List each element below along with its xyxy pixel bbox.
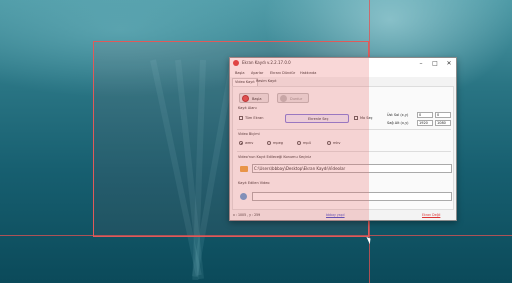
format-radio-wmv[interactable] bbox=[239, 141, 243, 145]
tab-image-record[interactable]: Resim Kayıt bbox=[254, 78, 279, 85]
format-radio-mp4[interactable] bbox=[297, 141, 301, 145]
mouse-checkbox[interactable] bbox=[354, 116, 358, 120]
format-label-wmv: wmv bbox=[245, 141, 254, 145]
x2-field[interactable]: 1920 bbox=[417, 120, 433, 126]
video-record-panel: Başla Durdur Kayıt Alanı Tüm Ekran Ekren… bbox=[232, 86, 454, 210]
recorded-video-label: Kayıt Edilen Video bbox=[238, 181, 270, 185]
folder-icon[interactable] bbox=[240, 166, 248, 172]
window-title: Ekran Kaydı v.2.2.17.0.0 bbox=[242, 60, 291, 65]
recorded-video-field[interactable] bbox=[252, 192, 452, 201]
full-screen-checkbox[interactable] bbox=[239, 116, 243, 120]
full-screen-label: Tüm Ekran bbox=[245, 116, 264, 120]
select-area-button[interactable]: Ekrenle Seç bbox=[285, 114, 349, 123]
tab-strip: Video Kayıt Resim Kayıt bbox=[230, 77, 456, 86]
menu-item-about[interactable]: Hakkında bbox=[300, 70, 316, 76]
menu-item-rotate-screen[interactable]: Ekranı Dündür bbox=[270, 70, 295, 76]
stop-button[interactable]: Durdur bbox=[277, 93, 309, 103]
record-area-label: Kayıt Alanı bbox=[238, 106, 257, 110]
format-label-mkv: mkv bbox=[333, 141, 341, 145]
minimize-button[interactable]: – bbox=[414, 58, 428, 69]
close-button[interactable]: ✕ bbox=[442, 58, 456, 69]
start-button-label: Başla bbox=[252, 97, 262, 101]
stop-button-label: Durdur bbox=[290, 97, 303, 101]
app-icon bbox=[233, 60, 239, 66]
y2-field[interactable]: 1080 bbox=[435, 120, 451, 126]
divider bbox=[237, 151, 451, 152]
start-point-label: Üst Sol (x,y) bbox=[387, 113, 409, 117]
format-radio-mkv[interactable] bbox=[327, 141, 331, 145]
save-location-label: Video'nun Kayıt Edileceği Konumu Seçiniz bbox=[238, 155, 312, 159]
select-area-label: Ekrenle Seç bbox=[308, 117, 329, 121]
video-format-label: Video Biçimi bbox=[238, 132, 260, 136]
format-label-mp4: mp4 bbox=[303, 141, 311, 145]
y1-field[interactable]: 0 bbox=[435, 112, 451, 118]
app-window: Ekran Kaydı v.2.2.17.0.0 – □ ✕ Başla Aya… bbox=[229, 57, 457, 221]
menu-bar: Başla Ayarlar Ekranı Dündür Hakkında bbox=[230, 69, 456, 77]
record-icon bbox=[242, 95, 249, 102]
menu-item-settings[interactable]: Ayarlar bbox=[251, 70, 263, 76]
cursor-coordinates: x : 1005 , y : 259 bbox=[233, 213, 261, 217]
maximize-button[interactable]: □ bbox=[428, 58, 442, 69]
size-label: Sağ Alt (x,y) bbox=[387, 121, 409, 125]
status-bar: x : 1005 , y : 259 bbbay yapıl Ekran Değ… bbox=[230, 210, 456, 220]
stop-icon bbox=[280, 95, 287, 102]
save-path-field[interactable]: C:\Users\bbbay\Desktop\Ekran Kaydı\Video… bbox=[252, 164, 452, 173]
menu-item-start[interactable]: Başla bbox=[235, 70, 245, 76]
format-radio-mpeg[interactable] bbox=[267, 141, 271, 145]
status-link[interactable]: bbbay yapıl bbox=[326, 213, 345, 218]
mouse-label: Mo Seç bbox=[360, 116, 373, 120]
mouse-cursor-icon bbox=[366, 235, 373, 245]
divider bbox=[237, 129, 451, 130]
format-label-mpeg: mpeg bbox=[273, 141, 284, 145]
play-icon[interactable] bbox=[240, 193, 247, 200]
status-right-link[interactable]: Ekran Değil bbox=[422, 213, 440, 218]
x1-field[interactable]: 0 bbox=[417, 112, 433, 118]
title-bar[interactable]: Ekran Kaydı v.2.2.17.0.0 – □ ✕ bbox=[230, 58, 456, 69]
start-button[interactable]: Başla bbox=[239, 93, 269, 103]
